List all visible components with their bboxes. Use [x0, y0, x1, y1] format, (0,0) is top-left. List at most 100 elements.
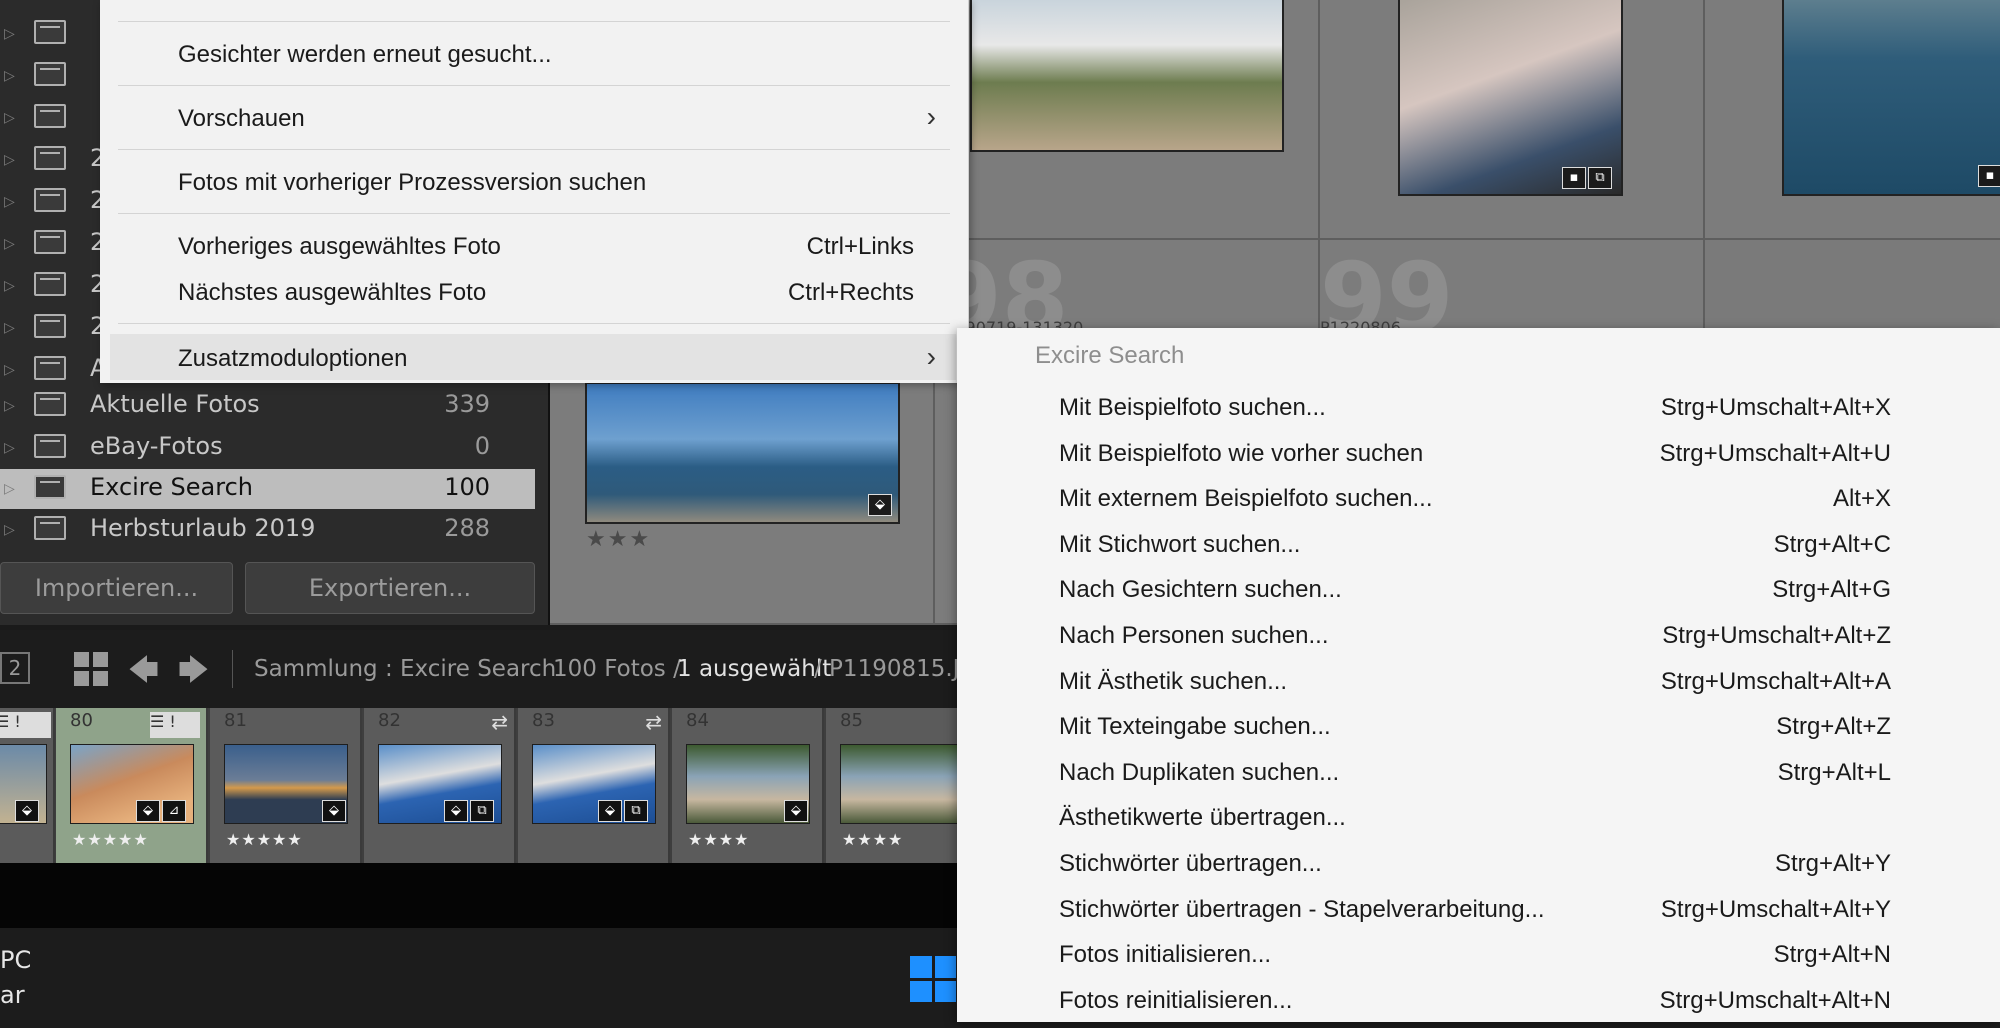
- submenu-item-shortcut: Strg+Umschalt+Alt+A: [1660, 667, 1891, 695]
- collection-count: 100: [444, 473, 490, 501]
- collection-breadcrumb[interactable]: Sammlung : Excire Search: [254, 656, 556, 682]
- collection-herbsturlaub-2019[interactable]: ▷ Herbsturlaub 2019 288: [0, 510, 535, 550]
- submenu-item-label: Mit Beispielfoto wie vorher suchen: [1059, 439, 1424, 467]
- sync-arrows-icon: ⇄: [491, 710, 508, 734]
- collection-label: Aktuelle Fotos: [90, 390, 260, 418]
- collection-count: 339: [444, 390, 490, 418]
- submenu-item-shortcut: Strg+Alt+G: [1772, 576, 1891, 604]
- keyword-tag-icon: ⬙: [868, 494, 892, 516]
- submenu-item[interactable]: Mit Stichwort suchen... Strg+Alt+C: [963, 521, 1993, 565]
- film-thumbnail[interactable]: [840, 744, 964, 824]
- photo-thumbnail[interactable]: [970, 0, 1284, 152]
- collection-excire-search[interactable]: ▷ Excire Search 100: [0, 469, 535, 509]
- submenu-item[interactable]: Nach Personen suchen... Strg+Umschalt+Alt…: [963, 612, 1993, 656]
- submenu-item-label: Stichwörter übertragen - Stapelverarbeit…: [1059, 895, 1545, 923]
- submenu-item-label: Mit Ästhetik suchen...: [1059, 667, 1288, 695]
- expand-triangle-icon[interactable]: ▷: [4, 481, 15, 497]
- photo-thumbnail[interactable]: [1782, 0, 2000, 196]
- submenu-item-shortcut: Strg+Umschalt+Alt+X: [1660, 394, 1891, 421]
- film-rating[interactable]: ★★★★: [842, 830, 903, 849]
- expand-triangle-icon[interactable]: ▷: [4, 236, 15, 252]
- submenu-item[interactable]: Ästhetikwerte übertragen...: [963, 794, 1993, 838]
- menu-item-plugin-options[interactable]: Zusatzmoduloptionen ›: [110, 334, 956, 380]
- keyword-tag-icon: ⬙: [136, 800, 160, 822]
- import-button[interactable]: Importieren...: [0, 562, 233, 614]
- folder-icon: [34, 188, 66, 212]
- photo-thumbnail[interactable]: [585, 382, 900, 524]
- submenu-item[interactable]: Mit Beispielfoto suchen... Strg+Umschalt+…: [963, 384, 1993, 428]
- expand-triangle-icon[interactable]: ▷: [4, 362, 15, 378]
- rating-stars[interactable]: ★★★: [586, 527, 651, 552]
- back-arrow-icon[interactable]: 🡄: [128, 648, 159, 699]
- submenu-item[interactable]: Fotos initialisieren... Strg+Alt+N: [963, 931, 1993, 975]
- expand-triangle-icon[interactable]: ▷: [4, 398, 15, 414]
- folder-icon: [34, 392, 66, 416]
- menu-item-label: Vorschauen: [178, 105, 305, 132]
- submenu-item-shortcut: Alt+X: [1832, 485, 1891, 513]
- expand-triangle-icon[interactable]: ▷: [4, 194, 15, 210]
- expand-triangle-icon[interactable]: ▷: [4, 152, 15, 168]
- submenu-item[interactable]: Nach Gesichtern suchen... Strg+Alt+G: [963, 566, 1993, 610]
- expand-triangle-icon[interactable]: ▷: [4, 110, 15, 126]
- folder-icon: [34, 230, 66, 254]
- film-rating[interactable]: ★★★★★: [226, 830, 303, 849]
- film-cell[interactable]: 81 ⬙ ★★★★★: [210, 708, 362, 863]
- windows-start-icon[interactable]: [910, 956, 956, 1002]
- film-cell[interactable]: 85 ★★★★: [826, 708, 978, 863]
- menu-item-next-selected-photo[interactable]: Nächstes ausgewähltes Foto Ctrl+Rechts: [110, 270, 956, 312]
- crop-icon: ⊿: [162, 800, 186, 822]
- submenu-item[interactable]: Stichwörter übertragen... Strg+Alt+Y: [963, 840, 1993, 884]
- expand-triangle-icon[interactable]: ▷: [4, 278, 15, 294]
- export-button[interactable]: Exportieren...: [245, 562, 535, 614]
- keyword-tag-icon: ⬙: [444, 800, 468, 822]
- sync-arrows-icon: ⇄: [645, 710, 662, 734]
- menu-item-label: Gesichter werden erneut gesucht...: [178, 41, 552, 68]
- submenu-item[interactable]: Stichwörter übertragen - Stapelverarbeit…: [963, 886, 1993, 930]
- expand-triangle-icon[interactable]: ▷: [4, 440, 15, 456]
- submenu-item-label: Mit Texteingabe suchen...: [1059, 713, 1331, 741]
- menu-item-previous-process-version[interactable]: Fotos mit vorheriger Prozessversion such…: [110, 160, 956, 202]
- expand-triangle-icon[interactable]: ▷: [4, 320, 15, 336]
- taskbar-text-line2: ar: [0, 981, 25, 1009]
- chevron-right-icon: ›: [926, 341, 936, 372]
- menu-item-faces-research[interactable]: Gesichter werden erneut gesucht...: [110, 32, 956, 74]
- submenu-item[interactable]: Fotos reinitialisieren... Strg+Umschalt+A…: [963, 977, 1993, 1021]
- menu-item-previews[interactable]: Vorschauen ›: [110, 96, 956, 138]
- taskbar-text-line1: PC: [0, 946, 32, 974]
- submenu-item-shortcut: Strg+Alt+Z: [1776, 713, 1891, 741]
- expand-triangle-icon[interactable]: ▷: [4, 522, 15, 538]
- film-cell[interactable]: 82 ⇄ ⬙ ⧉: [364, 708, 516, 863]
- stack-badge-icon: ⧉: [470, 800, 494, 822]
- second-window-icon[interactable]: 2: [0, 652, 30, 684]
- film-cell[interactable]: 83 ⇄ ⬙ ⧉: [518, 708, 670, 863]
- submenu-item-label: Mit externem Beispielfoto suchen...: [1059, 485, 1433, 513]
- submenu-item-label: Fotos initialisieren...: [1059, 941, 1272, 969]
- expand-triangle-icon[interactable]: ▷: [4, 68, 15, 84]
- collection-aktuelle-fotos[interactable]: ▷ Aktuelle Fotos 339: [0, 386, 535, 426]
- expand-triangle-icon[interactable]: ▷: [4, 26, 15, 42]
- keyword-tag-icon: ⬙: [15, 800, 39, 822]
- film-cell[interactable]: 80 ☰ ! ⬙ ⊿ ★★★★★: [56, 708, 208, 863]
- submenu-item-label: Mit Stichwort suchen...: [1059, 530, 1301, 558]
- submenu-item[interactable]: Nach Duplikaten suchen... Strg+Alt+L: [963, 749, 1993, 793]
- submenu-item-shortcut: Strg+Alt+Y: [1774, 850, 1891, 877]
- submenu-item[interactable]: Mit Beispielfoto wie vorher suchen Strg+U…: [963, 430, 1993, 474]
- comment-badge-icon: ▪: [1562, 167, 1586, 189]
- stack-badge-icon: ⧉: [624, 800, 648, 822]
- forward-arrow-icon[interactable]: 🡆: [178, 648, 209, 699]
- menu-item-previous-selected-photo[interactable]: Vorheriges ausgewähltes Foto Ctrl+Links: [110, 224, 956, 266]
- folder-icon: [34, 62, 66, 86]
- film-cell[interactable]: 84 ⬙ ★★★★: [672, 708, 824, 863]
- grid-view-icon[interactable]: [74, 652, 108, 686]
- menu-item-shortcut: Ctrl+Rechts: [787, 279, 914, 306]
- submenu-item[interactable]: Mit externem Beispielfoto suchen... Alt+X: [963, 475, 1993, 519]
- film-rating[interactable]: ★★★★: [688, 830, 749, 849]
- collection-ebay-fotos[interactable]: ▷ eBay-Fotos 0: [0, 428, 535, 468]
- submenu-item[interactable]: Mit Ästhetik suchen... Strg+Umschalt+Alt+…: [963, 658, 1993, 702]
- menu-item-label: Zusatzmoduloptionen: [178, 345, 408, 372]
- submenu-item-shortcut: Strg+Umschalt+Alt+Y: [1660, 895, 1891, 923]
- film-cell[interactable]: ⬙ ☰ !: [0, 708, 55, 863]
- film-rating[interactable]: ★★★★★: [72, 830, 149, 849]
- submenu-item[interactable]: Mit Texteingabe suchen... Strg+Alt+Z: [963, 703, 1993, 747]
- menu-item-label: Vorheriges ausgewähltes Foto: [178, 233, 501, 260]
